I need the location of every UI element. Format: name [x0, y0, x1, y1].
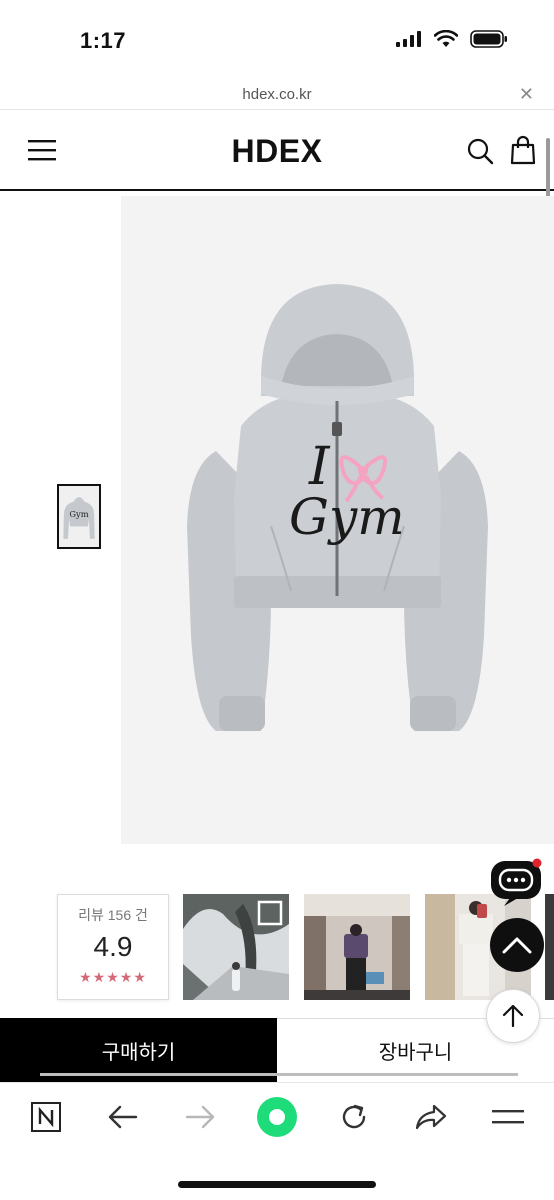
hoodie-image: I Gym — [187, 284, 488, 731]
chat-bubble-icon — [491, 858, 542, 906]
status-icons — [396, 30, 508, 48]
print-word-gym: Gym — [289, 488, 405, 546]
green-dot-icon[interactable] — [255, 1095, 299, 1139]
close-icon[interactable]: ✕ — [519, 84, 534, 105]
review-stars: ★★★★★ — [79, 969, 147, 985]
menu-icon[interactable] — [486, 1095, 530, 1139]
arrow-up-icon — [502, 1004, 524, 1028]
reload-icon[interactable] — [332, 1095, 376, 1139]
review-score: 4.9 — [93, 931, 133, 962]
chevron-up-icon — [502, 937, 532, 954]
page-progress-line — [40, 1073, 518, 1076]
signal-icon — [396, 31, 421, 47]
review-photo[interactable] — [183, 894, 289, 1000]
product-main-image[interactable]: I Gym — [121, 196, 554, 844]
address-bar[interactable]: hdex.co.kr ✕ — [0, 80, 554, 110]
search-icon[interactable] — [466, 137, 494, 165]
wifi-icon — [434, 30, 458, 47]
shopping-bag-icon[interactable] — [510, 135, 536, 165]
naver-n-icon[interactable] — [24, 1095, 68, 1139]
svg-text:Gym: Gym — [69, 509, 88, 519]
home-indicator — [178, 1181, 376, 1188]
status-time: 1:17 — [80, 28, 127, 53]
hoodie-thumbnail-image: Gym — [63, 496, 95, 539]
review-photo[interactable] — [304, 894, 410, 1000]
scroll-up-button[interactable] — [486, 989, 540, 1043]
share-icon[interactable] — [409, 1095, 453, 1139]
review-count: 리뷰 156 건 — [78, 907, 148, 923]
back-arrow-icon[interactable] — [101, 1095, 145, 1139]
chat-button[interactable] — [490, 858, 544, 908]
browser-toolbar — [0, 1082, 554, 1162]
address-url[interactable]: hdex.co.kr — [0, 86, 554, 103]
scroll-top-button[interactable] — [490, 918, 544, 972]
status-bar: 1:17 — [0, 0, 554, 80]
review-photo-partial[interactable] — [545, 894, 554, 1000]
review-summary[interactable]: 리뷰 156 건 4.9 ★★★★★ — [57, 894, 169, 1000]
product-thumbnail[interactable]: Gym — [57, 484, 101, 549]
site-header: HDEX — [0, 111, 554, 191]
battery-icon — [470, 30, 507, 48]
forward-arrow-icon[interactable] — [178, 1095, 222, 1139]
